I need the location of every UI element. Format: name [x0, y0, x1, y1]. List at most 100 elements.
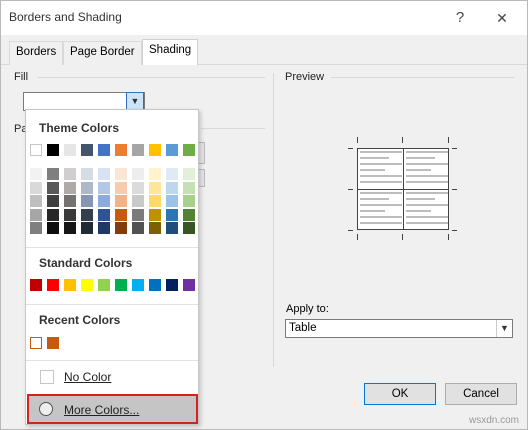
theme-shade-swatch[interactable] — [98, 195, 110, 207]
theme-shade-swatch[interactable] — [81, 222, 93, 234]
theme-shade-swatch[interactable] — [115, 195, 127, 207]
theme-shade-swatch[interactable] — [47, 181, 59, 194]
theme-shade-swatch[interactable] — [149, 181, 161, 194]
theme-shade-swatch[interactable] — [81, 208, 93, 221]
theme-shade-swatch[interactable] — [30, 222, 42, 234]
theme-color-swatch[interactable] — [98, 144, 110, 156]
theme-shade-swatch[interactable] — [132, 222, 144, 234]
help-button[interactable]: ? — [449, 7, 471, 29]
theme-shade-swatch[interactable] — [183, 222, 195, 234]
theme-shade-swatch[interactable] — [132, 208, 144, 221]
theme-shade-swatch[interactable] — [149, 208, 161, 221]
more-colors-option[interactable]: More Colors... — [27, 394, 198, 424]
theme-shade-swatch[interactable] — [149, 168, 161, 180]
chevron-down-icon[interactable]: ▼ — [496, 320, 512, 337]
theme-shade-swatch[interactable] — [98, 208, 110, 221]
preview-guide-tick — [452, 148, 457, 149]
theme-shade-swatch[interactable] — [98, 181, 110, 194]
theme-shade-swatch[interactable] — [183, 181, 195, 194]
preview-guide-tick — [348, 189, 353, 190]
theme-shade-swatch[interactable] — [115, 222, 127, 234]
apply-to-value: Table — [289, 322, 317, 334]
theme-shade-swatch[interactable] — [166, 208, 178, 221]
fill-divider — [37, 77, 265, 78]
theme-shade-swatch[interactable] — [64, 195, 76, 207]
theme-shade-swatch[interactable] — [64, 168, 76, 180]
theme-shade-swatch[interactable] — [183, 195, 195, 207]
no-color-swatch — [40, 370, 54, 384]
theme-shade-swatch[interactable] — [98, 222, 110, 234]
theme-shade-swatch[interactable] — [132, 181, 144, 194]
theme-shade-swatch[interactable] — [166, 168, 178, 180]
theme-shade-swatch[interactable] — [115, 181, 127, 194]
preview-text-lines — [406, 192, 448, 228]
standard-color-swatch[interactable] — [64, 279, 76, 291]
borders-and-shading-dialog: Borders and Shading ? ✕ Borders Page Bor… — [0, 0, 528, 430]
theme-shade-swatch[interactable] — [47, 195, 59, 207]
theme-shade-swatch[interactable] — [81, 181, 93, 194]
no-color-option[interactable]: No Color — [38, 366, 186, 388]
tab-borders[interactable]: Borders — [9, 41, 64, 65]
menu-divider — [26, 360, 198, 361]
cancel-button[interactable]: Cancel — [445, 383, 517, 405]
theme-color-swatch[interactable] — [166, 144, 178, 156]
recent-color-swatch[interactable] — [30, 337, 42, 349]
theme-shade-swatch[interactable] — [30, 208, 42, 221]
standard-color-swatch[interactable] — [98, 279, 110, 291]
theme-shade-swatch[interactable] — [30, 181, 42, 194]
standard-color-swatch[interactable] — [47, 279, 59, 291]
standard-color-swatch[interactable] — [115, 279, 127, 291]
standard-color-swatch[interactable] — [81, 279, 93, 291]
theme-shade-swatch[interactable] — [183, 208, 195, 221]
theme-shade-swatch[interactable] — [98, 168, 110, 180]
watermark: wsxdn.com — [469, 415, 520, 426]
theme-shade-swatch[interactable] — [132, 195, 144, 207]
theme-color-swatch[interactable] — [115, 144, 127, 156]
theme-color-swatch[interactable] — [47, 144, 59, 156]
theme-shade-swatch[interactable] — [166, 222, 178, 234]
theme-shade-swatch[interactable] — [64, 222, 76, 234]
theme-color-swatch[interactable] — [30, 144, 42, 156]
theme-shade-swatch[interactable] — [166, 181, 178, 194]
theme-shade-swatch[interactable] — [115, 208, 127, 221]
standard-color-swatch[interactable] — [132, 279, 144, 291]
theme-shade-swatch[interactable] — [183, 168, 195, 180]
ok-button[interactable]: OK — [364, 383, 436, 405]
preview-guide-tick — [402, 137, 403, 143]
preview-guide-tick — [452, 189, 457, 190]
theme-color-swatch[interactable] — [149, 144, 161, 156]
theme-shade-swatch[interactable] — [149, 222, 161, 234]
theme-color-swatch[interactable] — [183, 144, 195, 156]
preview-guide-tick — [348, 230, 353, 231]
tab-shading[interactable]: Shading — [142, 39, 199, 66]
theme-shade-swatch[interactable] — [81, 195, 93, 207]
title-bar: Borders and Shading ? ✕ — [1, 1, 527, 35]
standard-color-swatch[interactable] — [166, 279, 178, 291]
theme-shade-swatch[interactable] — [132, 168, 144, 180]
theme-shade-swatch[interactable] — [47, 208, 59, 221]
tab-page-border[interactable]: Page Border — [63, 41, 142, 65]
standard-color-swatch[interactable] — [149, 279, 161, 291]
standard-color-swatch[interactable] — [30, 279, 42, 291]
standard-color-swatch[interactable] — [183, 279, 195, 291]
theme-shade-swatch[interactable] — [115, 168, 127, 180]
palette-icon — [39, 402, 53, 416]
fill-section-label: Fill — [14, 71, 29, 83]
recent-color-swatch[interactable] — [47, 337, 59, 349]
close-button[interactable]: ✕ — [491, 7, 513, 29]
theme-color-swatch[interactable] — [81, 144, 93, 156]
theme-color-swatch[interactable] — [64, 144, 76, 156]
theme-color-swatch[interactable] — [132, 144, 144, 156]
theme-shade-swatch[interactable] — [47, 222, 59, 234]
preview-guide-tick — [348, 148, 353, 149]
theme-shade-swatch[interactable] — [30, 168, 42, 180]
theme-shade-swatch[interactable] — [30, 195, 42, 207]
standard-colors-heading: Standard Colors — [39, 256, 133, 270]
theme-shade-swatch[interactable] — [81, 168, 93, 180]
theme-shade-swatch[interactable] — [149, 195, 161, 207]
theme-shade-swatch[interactable] — [47, 168, 59, 180]
theme-shade-swatch[interactable] — [64, 208, 76, 221]
theme-shade-swatch[interactable] — [166, 195, 178, 207]
apply-to-dropdown[interactable]: Table ▼ — [285, 319, 513, 338]
theme-shade-swatch[interactable] — [64, 181, 76, 194]
